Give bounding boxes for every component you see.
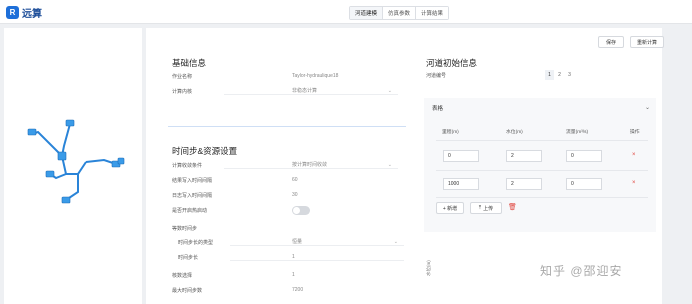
node-icon (45, 170, 55, 178)
mileage-input[interactable]: 1000 (443, 178, 479, 190)
step-type-select[interactable]: 恒量 (230, 238, 404, 246)
section-divider (168, 126, 406, 127)
chevron-down-icon: ⌄ (644, 105, 650, 111)
tab-results[interactable]: 计算结果 (416, 7, 449, 19)
hotstart-row: 是否开启热启动 (172, 204, 398, 216)
column-header-mileage: 里程(m) (442, 130, 459, 135)
result-interval-label: 结果写入时间间隔 (172, 177, 213, 184)
upload-icon: ⤒ (478, 205, 482, 211)
page-1[interactable]: 1 (545, 70, 554, 80)
basic-info-title: 基础信息 (172, 58, 207, 68)
trash-icon[interactable]: 🗑 (508, 203, 517, 211)
app-logo[interactable]: R 远算 (6, 5, 42, 20)
node-icon (57, 151, 67, 161)
app-name: 远算 (22, 9, 42, 20)
step-row: 时间步长 1 (178, 251, 404, 263)
max-iter-label: 最大时间步数 (172, 287, 203, 294)
max-iter-row: 最大时间步数 7200 (172, 284, 398, 296)
tab-river-modeling[interactable]: 河道建模 (350, 7, 384, 19)
convergence-row: 计算收敛条件 按计算时间收敛 ⌄ (172, 159, 398, 171)
calc-core-select[interactable]: 非稳态计算 (224, 87, 398, 95)
model-canvas[interactable] (4, 28, 142, 304)
river-pager: 1 2 3 (545, 70, 574, 80)
toggle-knob (293, 206, 300, 214)
top-tab-group: 河道建模 仿真参数 计算结果 (349, 6, 450, 20)
level-input[interactable]: 2 (506, 150, 542, 162)
time-resources-title: 时间步&资源设置 (172, 146, 238, 156)
job-name-label: 作业名称 (172, 73, 193, 80)
chevron-down-icon: ⌄ (393, 239, 398, 245)
cores-input[interactable]: 1 (224, 272, 398, 278)
mileage-input[interactable]: 0 (443, 150, 479, 162)
upload-label: 上传 (483, 205, 494, 212)
collapse-label: 表格 (432, 106, 444, 112)
river-init-title: 河道初始信息 (426, 58, 478, 68)
sync-label: 等数时间步 (172, 225, 198, 232)
column-header-flow: 流量(m³/s) (566, 130, 589, 135)
cores-label: 核数选择 (172, 272, 193, 279)
level-input[interactable]: 2 (506, 178, 542, 190)
step-type-label: 时间步长的类型 (178, 239, 214, 246)
page-3[interactable]: 3 (565, 70, 574, 80)
top-bar: R 远算 河道建模 仿真参数 计算结果 (0, 0, 692, 24)
delete-row-icon[interactable]: × (632, 152, 636, 158)
max-iter-input[interactable]: 7200 (224, 287, 398, 293)
node-icon (117, 157, 125, 165)
hotstart-label: 是否开启热启动 (172, 207, 208, 214)
flow-input[interactable]: 0 (566, 150, 602, 162)
hotstart-toggle[interactable] (292, 205, 310, 215)
step-type-row: 时间步长的类型 恒量 ⌄ (178, 236, 404, 248)
node-icon (61, 196, 71, 204)
job-name-row: 作业名称 Taylor-hydraulique18 (172, 70, 398, 82)
calc-core-label: 计算内核 (172, 88, 193, 95)
recalculate-button[interactable]: 重新计算 (630, 36, 664, 48)
result-interval-input[interactable]: 60 (224, 177, 398, 183)
log-interval-row: 日志写入时间间隔 30 (172, 189, 398, 201)
calc-core-row: 计算内核 非稳态计算 ⌄ (172, 85, 398, 97)
tab-simulation-params[interactable]: 仿真参数 (383, 7, 417, 19)
convergence-select[interactable]: 按计算时间收敛 (224, 161, 398, 169)
node-icon (65, 119, 75, 127)
collapse-header[interactable]: 表格 ⌄ (424, 98, 656, 118)
log-interval-input[interactable]: 30 (224, 192, 398, 198)
sync-row: 等数时间步 (172, 222, 398, 234)
result-interval-row: 结果写入时间间隔 60 (172, 174, 398, 186)
save-button[interactable]: 保存 (598, 36, 624, 48)
river-id-label: 河道编号 (426, 73, 447, 79)
table-header-line (436, 140, 648, 141)
river-network-diagram[interactable] (4, 28, 142, 304)
delete-row-icon[interactable]: × (632, 180, 636, 186)
logo-icon: R (6, 6, 19, 19)
log-interval-label: 日志写入时间间隔 (172, 192, 213, 199)
watermark: 知乎 @邵迎安 (540, 264, 623, 278)
convergence-label: 计算收敛条件 (172, 162, 203, 169)
step-label: 时间步长 (178, 254, 199, 261)
flow-input[interactable]: 0 (566, 178, 602, 190)
table-row-line (436, 197, 648, 198)
column-header-action: 操作 (630, 130, 640, 135)
job-name-field[interactable]: Taylor-hydraulique18 (224, 73, 398, 79)
upload-button[interactable]: ⤒ 上传 (470, 202, 502, 214)
add-row-button[interactable]: + 新增 (436, 202, 464, 214)
page-2[interactable]: 2 (555, 70, 564, 80)
right-rail (664, 28, 692, 304)
chevron-down-icon: ⌄ (387, 88, 392, 94)
node-icon (27, 128, 37, 136)
table-row-line (436, 170, 648, 171)
step-input[interactable]: 1 (230, 254, 404, 261)
chart-axis-label: 水位(m) (426, 260, 431, 276)
cores-row: 核数选择 1 (172, 269, 398, 281)
chevron-down-icon: ⌄ (387, 162, 392, 168)
column-header-level: 水位(m) (506, 130, 523, 135)
